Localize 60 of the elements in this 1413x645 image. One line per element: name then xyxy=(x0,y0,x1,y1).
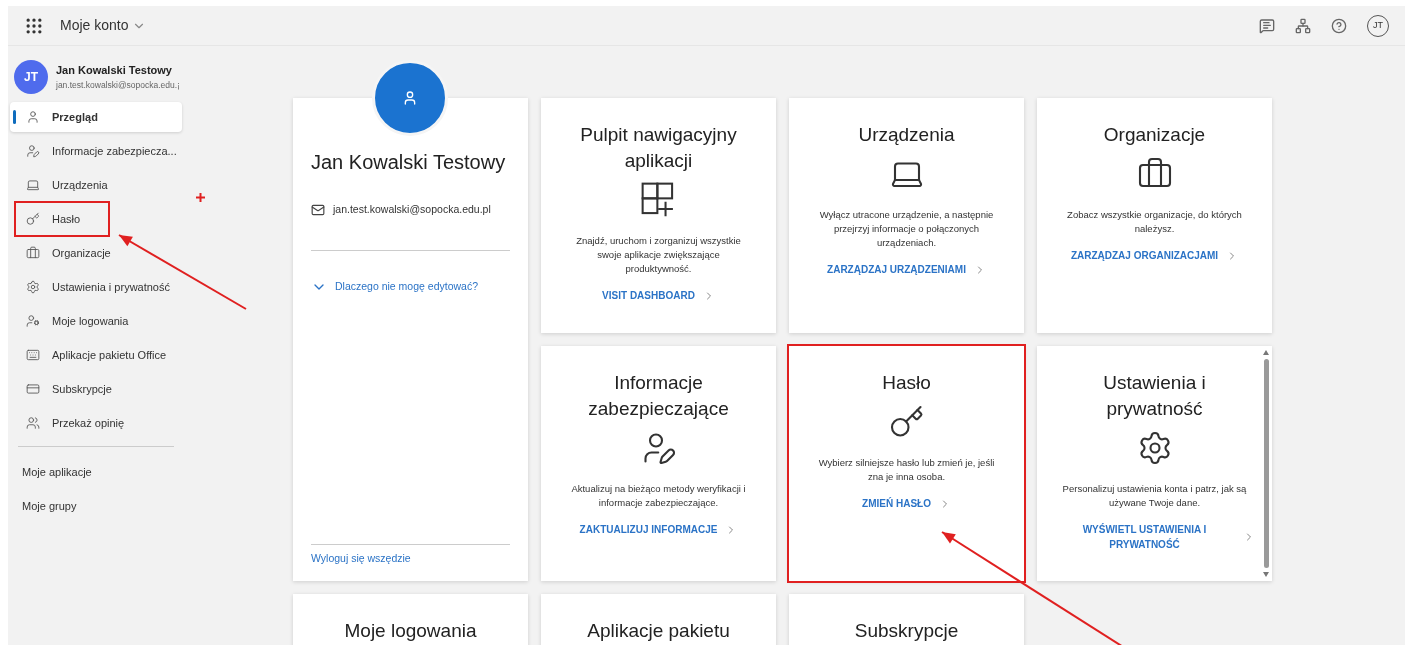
gear-icon xyxy=(26,280,40,294)
nav-item[interactable]: Ustawienia i prywatność xyxy=(10,272,182,302)
sidebar-link[interactable]: Moje aplikacje xyxy=(10,455,182,489)
org-chart-icon[interactable] xyxy=(1295,17,1311,34)
app-title-menu[interactable]: Moje konto xyxy=(60,15,147,36)
profile-name: Jan Kowalski Testowy xyxy=(311,150,507,175)
scrollbar[interactable] xyxy=(1262,350,1270,577)
keyboard-icon xyxy=(26,348,40,362)
tile-title: Moje logowania xyxy=(343,619,478,643)
signout-link[interactable]: Wyloguj się wszędzie xyxy=(311,551,510,567)
tile-description: Wyłącz utracone urządzenie, a następnie przejrzyj informacje o połączonych urządzeniach. xyxy=(818,208,995,250)
tile-link[interactable]: ZAKTUALIZUJ INFORMACJE xyxy=(579,522,738,537)
scroll-up-icon[interactable] xyxy=(1263,350,1269,355)
scroll-down-icon[interactable] xyxy=(1263,572,1269,577)
card-icon xyxy=(26,382,40,396)
tile-description: Wybierz silniejsze hasło lub zmień je, jeśli zna je inna osoba. xyxy=(817,456,996,484)
user-email: jan.test.kowalski@sopocka.edu.¡ xyxy=(56,78,180,92)
briefcase-icon xyxy=(26,246,40,260)
feedback-icon[interactable] xyxy=(1259,17,1275,34)
tile-link[interactable]: WYŚWIETL USTAWIENIA I PRYWATNOŚĆ xyxy=(1054,522,1255,552)
tile-title: Organizacje xyxy=(1102,123,1207,147)
plus-icon xyxy=(196,193,205,202)
nav-item[interactable]: Subskrypcje xyxy=(10,374,182,404)
tile-link[interactable]: ZARZĄDZAJ URZĄDZENIAMI xyxy=(827,262,986,277)
nav-item[interactable]: Przekaż opinię xyxy=(10,408,182,438)
mail-icon xyxy=(311,202,325,217)
nav-item[interactable]: Urządzenia xyxy=(10,170,182,200)
tile-title: Ustawienia i prywatność xyxy=(1102,371,1207,421)
tile-description: Znajdź, uruchom i zorganizuj wszystkie swoje aplikacje zwiększające produktywność. xyxy=(575,234,742,276)
tile-title: Urządzenia xyxy=(857,123,956,147)
nav-item[interactable]: Organizacje xyxy=(10,238,182,268)
tile-title: Informacje zabezpieczające xyxy=(587,371,730,421)
tile-link[interactable]: VISIT DASHBOARD xyxy=(602,288,715,303)
person-pen-icon xyxy=(26,144,40,158)
help-icon[interactable] xyxy=(1331,17,1347,34)
nav-item[interactable]: Hasło xyxy=(10,204,182,234)
people-icon xyxy=(26,416,40,430)
tile-link[interactable]: ZMIEŃ HASŁO xyxy=(862,496,951,511)
user-name: Jan Kowalski Testowy xyxy=(56,63,173,79)
person-gear-icon xyxy=(26,314,40,328)
tile-title: Hasło xyxy=(881,371,932,395)
tile-description: Personalizuj ustawienia konta i patrz, jak są używane Twoje dane. xyxy=(1061,482,1248,510)
expand-link[interactable]: Dlaczego nie mogę edytować? xyxy=(311,278,510,295)
tile-title: Aplikacje pakietu xyxy=(586,619,731,643)
person-icon xyxy=(26,110,40,124)
tile-description: Aktualizuj na bieżąco metody weryfikacji i informacje zabezpieczające. xyxy=(570,482,747,510)
laptop-icon xyxy=(26,178,40,192)
user-avatar: JT xyxy=(14,60,48,94)
nav-item[interactable]: Moje logowania xyxy=(10,306,182,336)
tile-title: Pulpit nawigacyjny aplikacji xyxy=(579,123,738,173)
profile-email: jan.test.kowalski@sopocka.edu.pl xyxy=(333,202,491,217)
tile-description: Zobacz wszystkie organizacje, do których należysz. xyxy=(1066,208,1243,236)
sidebar-link[interactable]: Moje grupy xyxy=(10,489,182,523)
tile-link[interactable]: ZARZĄDZAJ ORGANIZACJAMI xyxy=(1070,248,1239,263)
key-icon xyxy=(26,212,40,226)
nav-item[interactable]: Informacje zabezpiecza... xyxy=(10,136,182,166)
person-icon xyxy=(402,90,418,106)
tile-title: Subskrypcje xyxy=(853,619,960,643)
nav-item[interactable]: Aplikacje pakietu Office xyxy=(10,340,182,370)
nav-item[interactable]: Przegląd xyxy=(10,102,182,132)
